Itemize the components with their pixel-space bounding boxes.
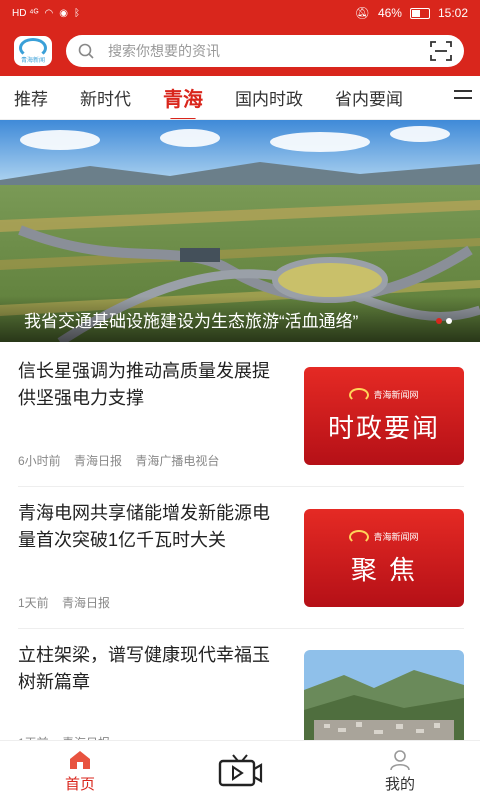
- nav-home-label: 首页: [64, 775, 95, 793]
- news-source: 青海广播电视台: [135, 454, 220, 468]
- carousel-indicator: [436, 318, 452, 324]
- news-source: 青海日报: [74, 454, 123, 468]
- carousel-dot: [446, 318, 452, 324]
- tab-domestic-politics[interactable]: 国内时政: [235, 85, 303, 110]
- news-source: 青海日报: [62, 596, 111, 610]
- search-placeholder: 搜索你想要的资讯: [108, 43, 220, 59]
- channel-menu-icon[interactable]: [454, 90, 472, 104]
- channel-tabs: 推荐 新时代 青海 国内时政 省内要闻: [0, 76, 480, 120]
- news-title: 信长星强调为推动高质量发展提供坚强电力支撑: [18, 361, 270, 408]
- tab-new-era[interactable]: 新时代: [80, 85, 131, 110]
- clock: 15:02: [437, 6, 468, 20]
- news-item[interactable]: 信长星强调为推动高质量发展提供坚强电力支撑 6小时前 青海日报 青海广播电视台 …: [18, 358, 464, 487]
- logo-mark-icon: [19, 37, 47, 58]
- mute-icon: 🔕︎: [354, 6, 370, 20]
- news-time: 1天前: [18, 596, 49, 610]
- news-title: 立柱架梁，谱写健康现代幸福玉树新篇章: [18, 645, 270, 692]
- nav-profile-label: 我的: [384, 775, 415, 793]
- tab-provincial-news[interactable]: 省内要闻: [335, 85, 403, 110]
- banner-caption: 我省交通基础设施建设为生态旅游“活血通络”: [0, 296, 480, 342]
- news-thumbnail: 青海新闻网 聚 焦: [304, 509, 464, 607]
- scan-icon[interactable]: [430, 41, 452, 61]
- news-item[interactable]: 青海电网共享储能增发新能源电量首次突破1亿千瓦时大关 1天前 青海日报 青海新闻…: [18, 500, 464, 629]
- search-icon: [78, 43, 94, 59]
- tv-icon: [218, 754, 263, 787]
- top-bar: 青海新闻 搜索你想要的资讯: [0, 26, 480, 76]
- eye-icon: ◉: [59, 7, 68, 19]
- battery-icon: [409, 7, 430, 19]
- news-time: 6小时前: [18, 454, 61, 468]
- bluetooth-icon: ᛒ: [73, 7, 80, 19]
- home-icon: [70, 750, 90, 769]
- site-logo-icon: [349, 529, 370, 544]
- news-meta: 1天前 青海日报: [18, 594, 120, 611]
- news-meta: 6小时前 青海日报 青海广播电视台: [18, 452, 229, 469]
- news-thumbnail: 青海新闻网 时政要闻: [304, 367, 464, 465]
- wifi-icon: ◠: [44, 7, 54, 19]
- news-thumbnail: [304, 650, 464, 748]
- tab-recommend[interactable]: 推荐: [14, 85, 48, 110]
- thumb-label: 时政要闻: [327, 413, 440, 444]
- site-logo-icon: [349, 387, 370, 402]
- search-bar[interactable]: 搜索你想要的资讯: [66, 35, 464, 67]
- news-item[interactable]: 立柱架梁，谱写健康现代幸福玉树新篇章 1天前 青海日报: [18, 642, 464, 750]
- network-indicator: HD ⁴ᴳ: [12, 7, 39, 19]
- app-logo[interactable]: 青海新闻: [14, 36, 52, 66]
- headline-banner[interactable]: 我省交通基础设施建设为生态旅游“活血通络”: [0, 120, 480, 342]
- carousel-dot: [436, 318, 442, 324]
- person-icon: [390, 749, 410, 770]
- battery-percent: 46%: [377, 6, 402, 20]
- nav-video[interactable]: [180, 753, 300, 789]
- logo-text: 青海新闻: [20, 57, 45, 64]
- thumb-site-logo: 青海新闻网: [349, 529, 419, 544]
- bottom-nav: 首页 我的: [0, 740, 480, 801]
- news-title: 青海电网共享储能增发新能源电量首次突破1亿千瓦时大关: [18, 503, 270, 550]
- thumb-label: 聚 焦: [350, 555, 418, 586]
- tab-qinghai[interactable]: 青海: [163, 83, 203, 112]
- nav-home[interactable]: 首页: [20, 749, 140, 794]
- nav-profile[interactable]: 我的: [340, 749, 460, 794]
- status-bar: HD ⁴ᴳ ◠ ◉ ᛒ 🔕︎ 46% 15:02: [0, 0, 480, 26]
- thumb-site-logo: 青海新闻网: [349, 387, 419, 402]
- mountain-town-image: [304, 650, 464, 748]
